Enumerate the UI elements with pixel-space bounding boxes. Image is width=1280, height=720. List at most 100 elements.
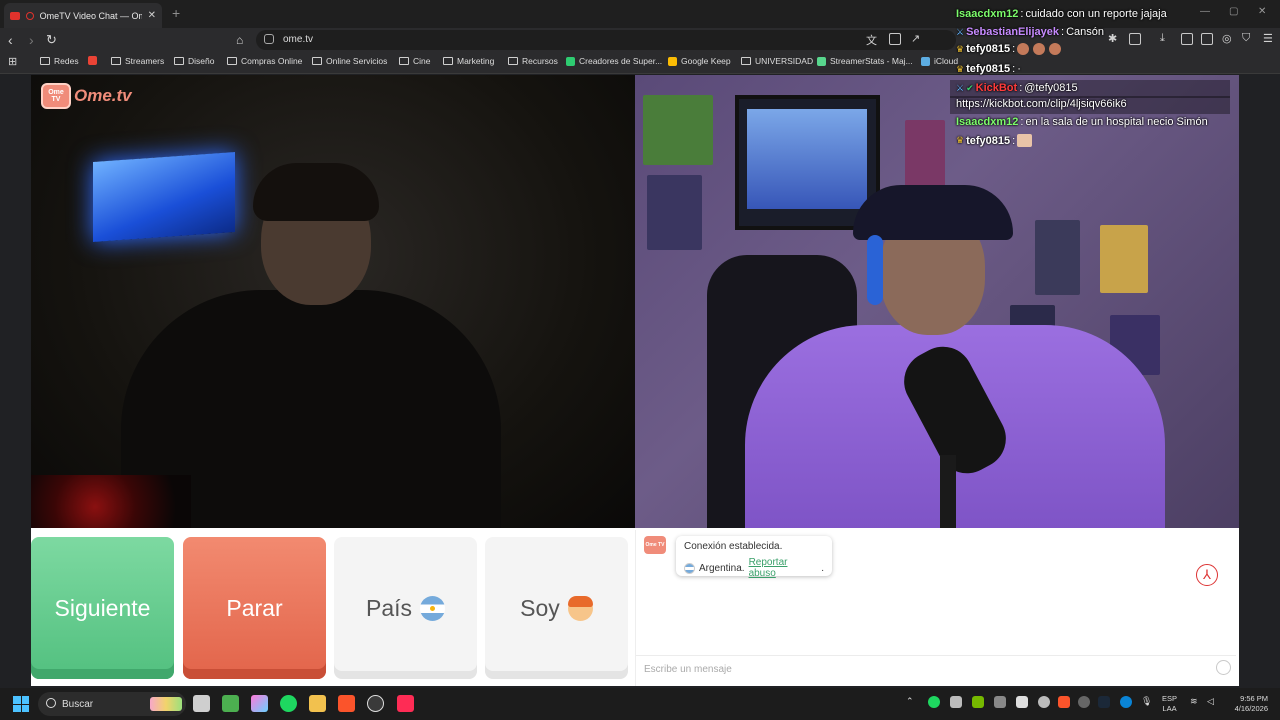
youtube-icon: [10, 11, 20, 20]
app-tray-icon[interactable]: [1038, 696, 1050, 708]
wall-poster: [647, 175, 702, 250]
folder-icon: [399, 57, 409, 65]
chat-message: ⚔ ✔ KickBot: @tefy0815: [956, 82, 1078, 94]
chat-username: tefy0815: [966, 43, 1011, 55]
gender-label: Soy: [520, 594, 560, 621]
brave-tray-icon[interactable]: [1058, 696, 1070, 708]
address-bar[interactable]: ome.tv: [256, 30, 956, 50]
bookmark-universidad[interactable]: UNIVERSIDAD: [741, 56, 813, 66]
bookmark-streamerstats[interactable]: StreamerStats - Maj...: [817, 56, 913, 66]
bookmark-marketing[interactable]: Marketing: [443, 56, 494, 66]
bookmark-google-keep[interactable]: Google Keep: [668, 56, 731, 66]
microphone-icon[interactable]: 🎙: [1141, 696, 1153, 708]
next-label: Siguiente: [54, 594, 151, 621]
edge-icon[interactable]: [1120, 696, 1132, 708]
emoji-icon[interactable]: [1216, 660, 1231, 675]
icloud-icon: [921, 56, 930, 66]
system-clock[interactable]: 9:56 PM 4/16/2026: [1226, 694, 1268, 714]
crown-badge-icon: ♛: [956, 135, 965, 145]
person-hair: [253, 163, 379, 221]
bookmark-compras-online[interactable]: Compras Online: [227, 56, 302, 66]
back-icon[interactable]: ‹: [8, 31, 13, 49]
steam-icon[interactable]: [1098, 696, 1110, 708]
chat-link[interactable]: https://kickbot.com/clip/4ljsiqv66ik6: [956, 98, 1127, 110]
tray-expand-icon[interactable]: ⌃: [906, 696, 918, 708]
chat-message: ⚔ SebastianElijayek: Cansón: [956, 26, 1105, 38]
bookmark-recursos[interactable]: Recursos: [508, 56, 558, 66]
emote-icon: [1049, 43, 1062, 55]
spotify-icon[interactable]: [280, 695, 297, 712]
moderator-badge-icon: ⚔: [956, 26, 965, 37]
tiktok-icon[interactable]: [397, 695, 414, 712]
share-icon[interactable]: ↗: [911, 32, 920, 45]
moderator-badge-icon: ⚔: [956, 82, 965, 93]
bookmark-online-servicios[interactable]: Online Servicios: [312, 56, 387, 66]
language-indicator[interactable]: ESP LAA: [1162, 694, 1177, 714]
spotify-tray-icon[interactable]: [928, 696, 940, 708]
reload-icon[interactable]: ↻: [46, 31, 57, 49]
bookmark-streamers[interactable]: Streamers: [111, 56, 164, 66]
wall-poster: [643, 95, 713, 165]
obs-tray-icon[interactable]: [1078, 696, 1090, 708]
gender-button[interactable]: Soy: [485, 537, 628, 679]
photos-icon[interactable]: [251, 695, 268, 712]
windows-start-icon[interactable]: [13, 696, 29, 712]
rgb-keyboard: [31, 475, 191, 528]
gmail-bookmark[interactable]: [88, 56, 97, 65]
wall-poster: [1035, 220, 1080, 295]
minecraft-icon[interactable]: [222, 695, 239, 712]
app-tray-icon[interactable]: [950, 696, 962, 708]
forward-icon[interactable]: ›: [29, 31, 34, 49]
chat-username: Isaacdxm12: [956, 116, 1019, 128]
new-tab-button[interactable]: +: [172, 5, 180, 21]
gmail-icon: [88, 56, 97, 65]
connection-status: Conexión establecida.: [684, 541, 783, 552]
bookmark-icon[interactable]: ⌂: [236, 31, 243, 49]
task-view-icon[interactable]: [193, 695, 210, 712]
site-info-icon[interactable]: [264, 34, 274, 44]
country-button[interactable]: País: [334, 537, 477, 679]
obs-icon[interactable]: [367, 695, 384, 712]
streamerstats-icon: [817, 56, 826, 66]
search-icon: [46, 698, 56, 708]
folder-icon: [111, 57, 121, 65]
volume-icon[interactable]: ◁: [1207, 696, 1219, 708]
cast-icon[interactable]: [889, 33, 901, 45]
chat-message: Isaacdxm12: en la sala de un hospital ne…: [956, 116, 1208, 128]
logo-tv-icon: Ome TV: [41, 83, 71, 109]
stop-button[interactable]: Parar: [183, 537, 326, 679]
next-button[interactable]: Siguiente: [31, 537, 174, 679]
brave-icon[interactable]: [338, 695, 355, 712]
monitor-screen: [747, 109, 867, 209]
chat-username: tefy0815: [966, 63, 1011, 75]
file-explorer-icon[interactable]: [309, 695, 326, 712]
wall-poster: [1100, 225, 1148, 293]
wall-poster: [905, 120, 945, 195]
boy-icon: [567, 595, 593, 621]
folder-icon: [227, 57, 237, 65]
app-tray-icon[interactable]: [994, 696, 1006, 708]
chat-username: KickBot: [975, 82, 1018, 94]
report-abuse-link[interactable]: Reportar abuso: [749, 557, 818, 579]
apps-icon[interactable]: ⊞: [8, 55, 17, 68]
chat-message: ♛ tefy0815:: [956, 43, 1063, 55]
wifi-icon[interactable]: ≋: [1190, 696, 1202, 708]
bookmark-diseno[interactable]: Diseño: [174, 56, 214, 66]
nvidia-icon[interactable]: [972, 696, 984, 708]
bookmark-redes[interactable]: Redes: [40, 56, 79, 66]
headset: [867, 235, 883, 305]
tab-ometv[interactable]: OmeTV Video Chat — Omegle ✕: [4, 3, 162, 28]
translate-icon[interactable]: 文: [866, 32, 877, 48]
pdf-icon[interactable]: ⅄: [1196, 564, 1218, 586]
ometv-logo[interactable]: Ome TV Ome.tv: [41, 83, 132, 109]
close-tab-icon[interactable]: ✕: [148, 10, 156, 21]
app-tray-icon[interactable]: [1016, 696, 1028, 708]
tulips-widget-icon[interactable]: [150, 697, 182, 711]
folder-icon: [174, 57, 184, 65]
bookmark-creadores[interactable]: Creadores de Super...: [566, 56, 662, 66]
bookmark-cine[interactable]: Cine: [399, 56, 430, 66]
folder-icon: [741, 57, 751, 65]
message-input[interactable]: Escribe un mensaje: [636, 655, 1236, 681]
chat-text: cuidado con un reporte jajaja: [1025, 8, 1167, 20]
crown-badge-icon: ♛: [956, 63, 965, 74]
